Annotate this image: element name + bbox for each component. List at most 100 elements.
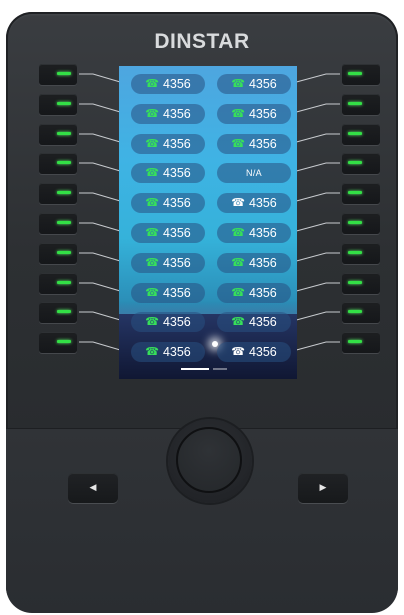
- blf-key-label: 4356: [162, 226, 191, 240]
- phone-icon: ☎: [231, 226, 245, 239]
- blf-key-label: 4356: [248, 315, 277, 329]
- left-line-key-2[interactable]: [39, 94, 77, 115]
- blf-key-label: 4356: [162, 107, 191, 121]
- right-line-key-3[interactable]: [342, 124, 380, 145]
- blf-key-left-1[interactable]: ☎ 4356: [131, 74, 205, 94]
- phone-icon: ☎: [145, 77, 159, 90]
- blf-key-right-4[interactable]: N/A: [217, 163, 291, 183]
- led-indicator: [57, 161, 71, 164]
- left-line-key-5[interactable]: [39, 183, 77, 204]
- blf-key-left-6[interactable]: ☎ 4356: [131, 223, 205, 243]
- phone-icon: ☎: [231, 345, 245, 358]
- phone-icon: ☎: [145, 286, 159, 299]
- page-indicator-inactive: [213, 368, 227, 370]
- page-right-button[interactable]: ▶: [298, 473, 348, 503]
- right-line-key-5[interactable]: [342, 183, 380, 204]
- led-indicator: [348, 132, 362, 135]
- led-indicator: [348, 310, 362, 313]
- left-line-key-3[interactable]: [39, 124, 77, 145]
- blf-key-right-2[interactable]: ☎ 4356: [217, 104, 291, 124]
- left-line-key-9[interactable]: [39, 302, 77, 323]
- blf-key-left-5[interactable]: ☎ 4356: [131, 193, 205, 213]
- left-arrow-icon: ◀: [89, 482, 97, 493]
- led-indicator: [57, 281, 71, 284]
- blf-key-left-8[interactable]: ☎ 4356: [131, 283, 205, 303]
- blf-key-right-6[interactable]: ☎ 4356: [217, 223, 291, 243]
- blf-key-left-10[interactable]: ☎ 4356: [131, 342, 205, 362]
- blf-key-label: 4356: [248, 226, 277, 240]
- blf-key-right-3[interactable]: ☎ 4356: [217, 134, 291, 154]
- blf-key-right-10[interactable]: ☎ 4356: [217, 342, 291, 362]
- blf-key-label: 4356: [248, 107, 277, 121]
- right-line-key-7[interactable]: [342, 243, 380, 264]
- blf-key-label: 4356: [162, 137, 191, 151]
- led-indicator: [348, 251, 362, 254]
- left-line-key-7[interactable]: [39, 243, 77, 264]
- blf-key-label: 4356: [248, 286, 277, 300]
- phone-icon: ☎: [145, 256, 159, 269]
- led-indicator: [348, 340, 362, 343]
- led-indicator: [57, 221, 71, 224]
- left-line-key-4[interactable]: [39, 153, 77, 174]
- led-indicator: [57, 191, 71, 194]
- blf-key-label: 4356: [162, 256, 191, 270]
- phone-icon: ☎: [231, 286, 245, 299]
- blf-key-right-9[interactable]: ☎ 4356: [217, 312, 291, 332]
- blf-key-right-8[interactable]: ☎ 4356: [217, 283, 291, 303]
- phone-icon: ☎: [145, 196, 159, 209]
- lighthouse-light: [212, 341, 218, 347]
- right-line-key-10[interactable]: [342, 332, 380, 353]
- phone-icon: ☎: [231, 196, 245, 209]
- blf-key-label: 4356: [162, 286, 191, 300]
- right-line-key-6[interactable]: [342, 213, 380, 234]
- blf-key-left-9[interactable]: ☎ 4356: [131, 312, 205, 332]
- blf-key-label: 4356: [248, 196, 277, 210]
- right-line-key-2[interactable]: [342, 94, 380, 115]
- phone-icon: ☎: [145, 226, 159, 239]
- led-indicator: [348, 102, 362, 105]
- left-line-key-8[interactable]: [39, 273, 77, 294]
- right-line-key-8[interactable]: [342, 273, 380, 294]
- phone-icon: ☎: [231, 77, 245, 90]
- phone-icon: ☎: [231, 256, 245, 269]
- left-line-key-10[interactable]: [39, 332, 77, 353]
- blf-key-label: 4356: [248, 77, 277, 91]
- blf-key-right-5[interactable]: ☎ 4356: [217, 193, 291, 213]
- led-indicator: [348, 221, 362, 224]
- led-indicator: [348, 191, 362, 194]
- right-line-key-1[interactable]: [342, 64, 380, 85]
- phone-icon: ☎: [145, 315, 159, 328]
- blf-key-label: 4356: [248, 256, 277, 270]
- left-line-key-6[interactable]: [39, 213, 77, 234]
- blf-key-label: 4356: [162, 315, 191, 329]
- blf-key-left-4[interactable]: ☎ 4356: [131, 163, 205, 183]
- led-indicator: [57, 72, 71, 75]
- led-indicator: [348, 281, 362, 284]
- left-line-key-1[interactable]: [39, 64, 77, 85]
- blf-key-label: 4356: [162, 77, 191, 91]
- blf-key-left-2[interactable]: ☎ 4356: [131, 104, 205, 124]
- phone-icon: ☎: [145, 166, 159, 179]
- page-indicator-active: [181, 368, 209, 370]
- page-left-button[interactable]: ◀: [68, 473, 118, 503]
- right-line-key-9[interactable]: [342, 302, 380, 323]
- led-indicator: [57, 340, 71, 343]
- led-indicator: [57, 132, 71, 135]
- led-indicator: [57, 102, 71, 105]
- blf-key-left-7[interactable]: ☎ 4356: [131, 253, 205, 273]
- blf-key-label: N/A: [246, 168, 262, 178]
- phone-icon: ☎: [231, 137, 245, 150]
- phone-icon: ☎: [231, 107, 245, 120]
- blf-key-right-1[interactable]: ☎ 4356: [217, 74, 291, 94]
- phone-icon: ☎: [145, 137, 159, 150]
- blf-key-label: 4356: [162, 166, 191, 180]
- blf-key-label: 4356: [248, 137, 277, 151]
- blf-key-label: 4356: [248, 345, 277, 359]
- phone-icon: ☎: [145, 345, 159, 358]
- blf-key-left-3[interactable]: ☎ 4356: [131, 134, 205, 154]
- right-line-key-4[interactable]: [342, 153, 380, 174]
- phone-icon: ☎: [231, 315, 245, 328]
- blf-key-right-7[interactable]: ☎ 4356: [217, 253, 291, 273]
- right-arrow-icon: ▶: [319, 482, 327, 493]
- center-button[interactable]: [176, 427, 242, 493]
